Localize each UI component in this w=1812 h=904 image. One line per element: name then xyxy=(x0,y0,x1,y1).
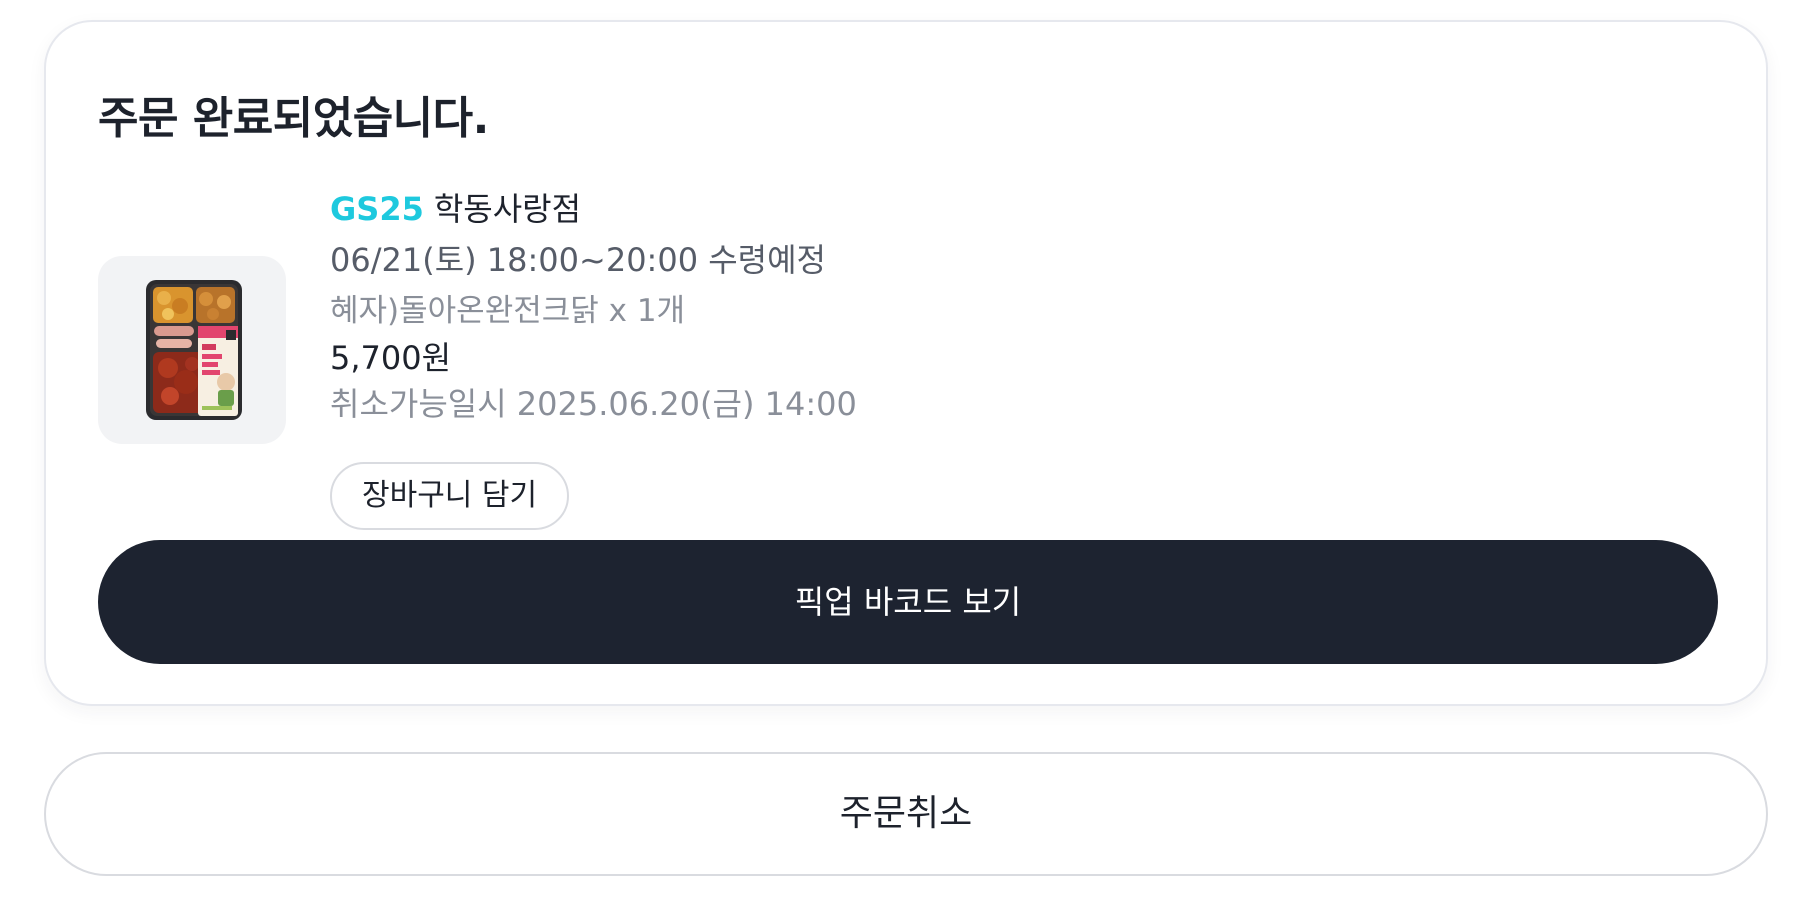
product-price: 5,700원 xyxy=(330,339,452,377)
store-brand: GS25 xyxy=(330,190,424,228)
product-name: 혜자)돌아온완전크닭 x 1개 xyxy=(330,293,686,329)
order-info: GS25 학동사랑점 06/21(토) 18:00~20:00 수령예정 혜자)돌… xyxy=(330,184,1230,428)
store-line: GS25 학동사랑점 xyxy=(330,184,1230,234)
lunchbox-product-image xyxy=(146,280,242,420)
cancel-deadline: 취소가능일시 2025.06.20(금) 14:00 xyxy=(330,385,857,423)
pickup-barcode-button[interactable]: 픽업 바코드 보기 xyxy=(98,540,1718,664)
order-complete-card: 주문 완료되었습니다. GS25 학동사랑점 06/21(토) 18:00~20… xyxy=(44,20,1768,706)
page-title: 주문 완료되었습니다. xyxy=(98,93,489,144)
pickup-schedule: 06/21(토) 18:00~20:00 수령예정 xyxy=(330,241,826,279)
store-name: 학동사랑점 xyxy=(433,190,582,228)
product-thumbnail xyxy=(98,256,286,444)
cancel-order-button[interactable]: 주문취소 xyxy=(44,752,1768,876)
add-to-cart-button[interactable]: 장바구니 담기 xyxy=(330,462,570,530)
